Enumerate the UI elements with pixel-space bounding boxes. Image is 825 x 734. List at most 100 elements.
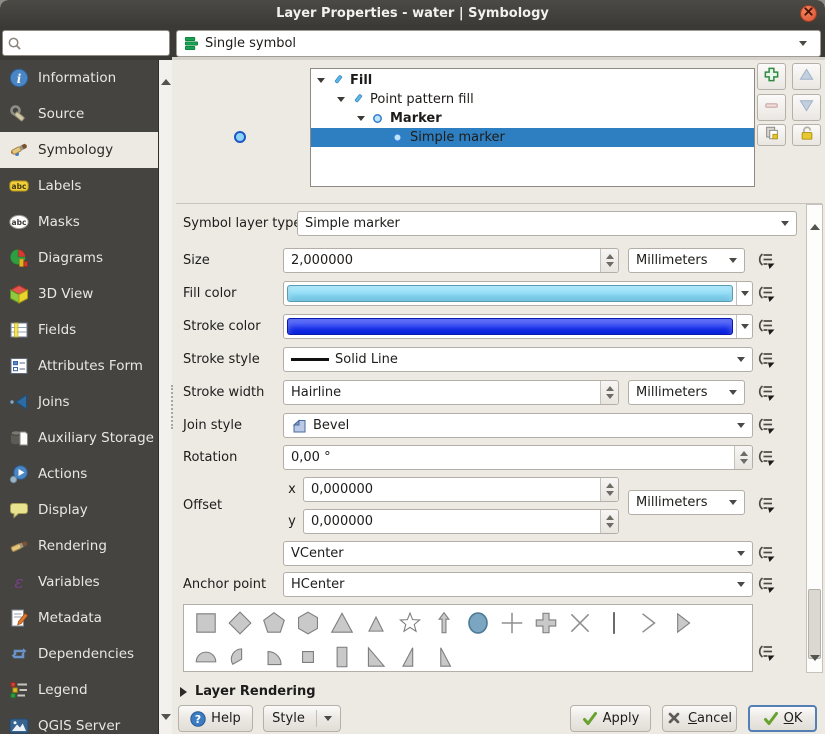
join-style-combo[interactable]: Bevel <box>283 413 753 438</box>
shape-half-square[interactable] <box>325 641 359 671</box>
rotation-spin-buttons[interactable] <box>734 446 752 469</box>
tree-row-fill[interactable]: Fill <box>311 71 754 90</box>
shape-arrow[interactable] <box>427 607 461 639</box>
form-scroll-up-icon[interactable] <box>810 209 820 230</box>
shape-line[interactable] <box>597 607 631 639</box>
expander-down-icon[interactable] <box>337 97 345 102</box>
sidebar-item-labels[interactable]: abc Labels <box>0 168 158 204</box>
stroke-color-swatch <box>287 318 733 335</box>
tree-row-simple-marker[interactable]: Simple marker <box>311 128 754 147</box>
sidebar-item-legend[interactable]: Legend <box>0 672 158 708</box>
sidebar-item-information[interactable]: i Information <box>0 60 158 96</box>
offset-y-input[interactable]: 0,000000 <box>303 509 619 534</box>
shape-override-button[interactable] <box>752 640 778 665</box>
stroke-style-override-button[interactable] <box>752 347 778 372</box>
shape-equilateral-triangle[interactable] <box>359 607 393 639</box>
sidebar-item-qgis-server[interactable]: QGIS Server <box>0 708 158 734</box>
sidebar-item-source[interactable]: Source <box>0 96 158 132</box>
shape-left-half-triangle[interactable] <box>427 641 461 671</box>
shape-cross[interactable] <box>495 607 529 639</box>
close-button[interactable] <box>800 5 817 22</box>
stroke-width-override-button[interactable] <box>752 380 778 405</box>
apply-button[interactable]: Apply <box>570 705 651 732</box>
rotation-override-button[interactable] <box>752 445 778 470</box>
shape-cross-fill[interactable] <box>529 607 563 639</box>
ok-button[interactable]: OK <box>748 705 817 732</box>
cancel-button[interactable]: Cancel <box>662 705 737 732</box>
sidebar-item-symbology[interactable]: Symbology <box>0 132 158 168</box>
stroke-style-combo[interactable]: Solid Line <box>283 347 753 372</box>
sidebar-scroll-down-icon[interactable] <box>161 714 171 734</box>
anchor-vertical-override-button[interactable] <box>752 541 778 566</box>
lock-color-button[interactable] <box>792 124 821 146</box>
shape-arrowhead[interactable] <box>631 607 665 639</box>
shape-quarter-square[interactable] <box>291 641 325 671</box>
offset-x-input[interactable]: 0,000000 <box>303 477 619 502</box>
add-symbol-layer-button[interactable] <box>757 63 786 90</box>
shape-square[interactable] <box>189 607 223 639</box>
shape-third-circle[interactable] <box>223 641 257 671</box>
shape-diamond[interactable] <box>223 607 257 639</box>
fill-color-override-button[interactable] <box>752 281 778 306</box>
stroke-width-unit-combo[interactable]: Millimeters <box>628 380 745 405</box>
remove-symbol-layer-button[interactable] <box>757 94 786 121</box>
duplicate-layer-button[interactable] <box>757 124 786 146</box>
tree-marker-icon <box>371 112 384 125</box>
size-unit-combo[interactable]: Millimeters <box>628 248 745 273</box>
offset-override-button[interactable] <box>752 492 778 517</box>
tree-row-point-pattern-fill[interactable]: Point pattern fill <box>311 90 754 109</box>
shape-hexagon[interactable] <box>291 607 325 639</box>
shape-quarter-circle[interactable] <box>257 641 291 671</box>
style-button[interactable]: Style <box>263 705 341 732</box>
help-button[interactable]: ? Help <box>178 705 253 732</box>
shape-cross2[interactable] <box>563 607 597 639</box>
tree-row-label: Simple marker <box>410 130 505 145</box>
join-style-override-button[interactable] <box>752 413 778 438</box>
symbol-layer-tree: Fill Point pattern fill Marker Simple marke… <box>310 68 755 187</box>
tree-row-marker[interactable]: Marker <box>311 109 754 128</box>
shape-star[interactable] <box>393 607 427 639</box>
anchor-vertical-combo[interactable]: VCenter <box>283 541 753 566</box>
shape-triangle[interactable] <box>325 607 359 639</box>
stroke-width-unit-value: Millimeters <box>636 385 708 400</box>
offset-y-spin-buttons[interactable] <box>600 510 618 533</box>
stroke-color-button[interactable] <box>283 314 753 339</box>
shape-diagonal-half-square[interactable] <box>359 641 393 671</box>
shape-right-half-triangle[interactable] <box>393 641 427 671</box>
form-separator <box>176 203 822 204</box>
stroke-color-override-button[interactable] <box>752 314 778 339</box>
offset-x-spin-buttons[interactable] <box>600 478 618 501</box>
stroke-width-spin-buttons[interactable] <box>600 381 618 404</box>
shape-circle[interactable] <box>461 607 495 639</box>
fill-color-dropdown[interactable] <box>736 282 752 305</box>
symbol-layer-type-combo[interactable]: Simple marker <box>297 211 797 236</box>
size-input[interactable]: 2,000000 <box>283 248 619 273</box>
fill-color-button[interactable] <box>283 281 753 306</box>
stroke-color-dropdown[interactable] <box>736 315 752 338</box>
anchor-horizontal-override-button[interactable] <box>752 572 778 597</box>
window-title: Layer Properties - water | Symbology <box>276 6 549 21</box>
size-override-button[interactable] <box>752 248 778 273</box>
anchor-horizontal-combo[interactable]: HCenter <box>283 572 753 597</box>
expander-down-icon[interactable] <box>357 116 365 121</box>
offset-unit-combo[interactable]: Millimeters <box>628 490 745 515</box>
move-up-button[interactable] <box>792 63 821 90</box>
renderer-combo[interactable]: Single symbol <box>176 30 821 57</box>
shape-filled-arrowhead[interactable] <box>665 607 699 639</box>
stroke-width-label: Stroke width <box>183 385 265 400</box>
move-down-button[interactable] <box>792 94 821 121</box>
size-spin-buttons[interactable] <box>600 249 618 272</box>
expander-down-icon[interactable] <box>317 78 325 83</box>
rotation-input[interactable]: 0,00 ° <box>283 445 753 470</box>
search-input[interactable] <box>25 34 165 52</box>
form-scroll-down-icon[interactable] <box>810 655 820 676</box>
shape-pentagon[interactable] <box>257 607 291 639</box>
offset-y-value: 0,000000 <box>311 514 374 529</box>
form-scrollbar[interactable] <box>806 204 823 676</box>
stroke-width-input[interactable]: Hairline <box>283 380 619 405</box>
sidebar-scroll-up-icon[interactable] <box>161 64 171 85</box>
shape-semi-circle[interactable] <box>189 641 223 671</box>
form-scrollbar-thumb[interactable] <box>808 589 821 659</box>
layer-rendering-expander[interactable]: Layer Rendering <box>180 684 316 699</box>
search-box[interactable] <box>2 30 170 56</box>
